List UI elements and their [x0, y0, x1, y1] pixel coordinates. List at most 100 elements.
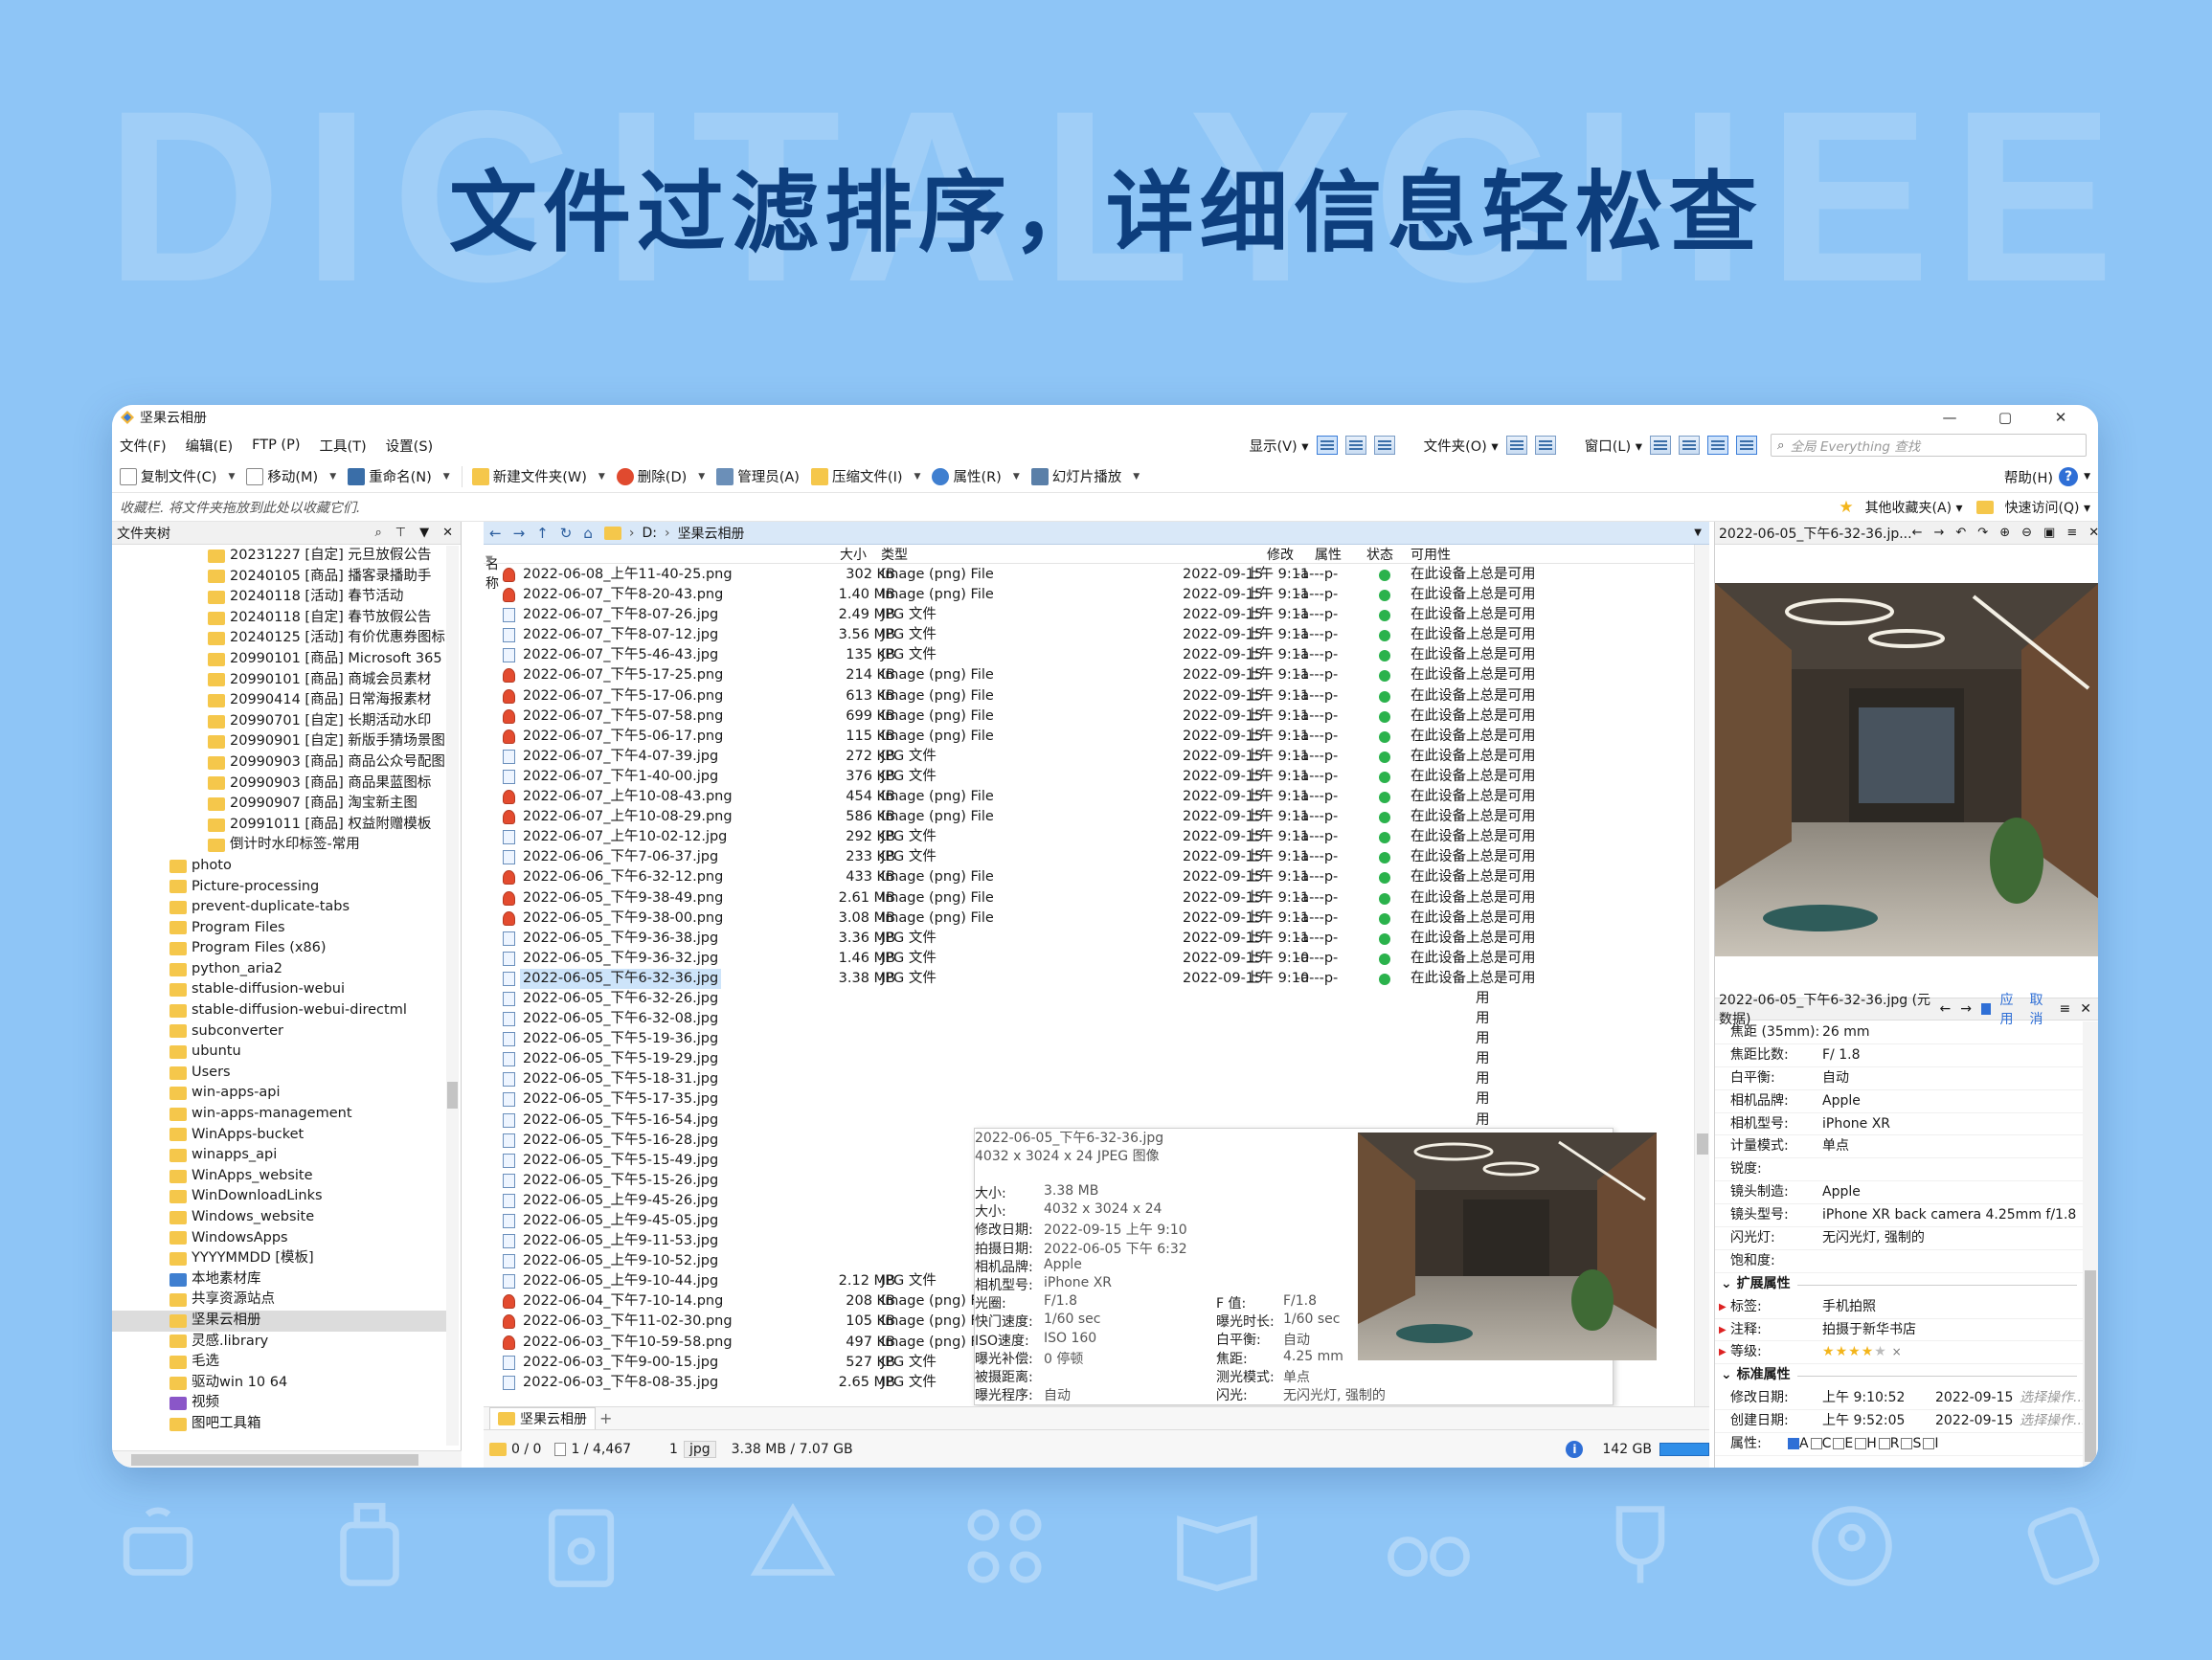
metadata-row[interactable]: 计量模式: 单点 — [1715, 1135, 2083, 1159]
file-row[interactable]: 2022-06-07_下午8-20-43.png 1.40 MB Image (pn… — [484, 585, 1690, 605]
col-modified[interactable]: 修改 — [1267, 545, 1294, 564]
file-row[interactable]: 2022-06-07_下午5-17-06.png 613 KB Image (png… — [484, 686, 1690, 707]
tree-item[interactable]: WindowsApps — [112, 1228, 447, 1249]
tree-item[interactable]: 20240125 [活动] 有价优惠券图标 — [112, 628, 447, 649]
metadata-row[interactable]: 创建日期: 上午 9:52:05 2022-09-15 选择操作... — [1715, 1410, 2083, 1434]
help-button[interactable]: 帮助(H)? ▼ — [2004, 460, 2090, 493]
thumbnail-view-icon[interactable] — [1373, 436, 1395, 455]
tree-item[interactable]: Windows_website — [112, 1207, 447, 1228]
metadata-row[interactable]: ▶ 标签: 手机拍照 — [1715, 1296, 2083, 1319]
tree-item[interactable]: WinDownloadLinks — [112, 1186, 447, 1207]
minimize-button[interactable]: — — [1922, 405, 1977, 430]
tree-item[interactable]: 视频 — [112, 1393, 447, 1414]
rating-stars[interactable]: ★★★★★ × — [1822, 1341, 1903, 1364]
tree-item[interactable]: prevent-duplicate-tabs — [112, 897, 447, 918]
pin-icon[interactable]: ⊤ — [395, 526, 406, 540]
chevron-down-icon[interactable]: ▼ — [698, 472, 705, 482]
tree-item[interactable]: 20240118 [活动] 春节活动 — [112, 587, 447, 608]
metadata-row[interactable]: 相机型号: iPhone XR — [1715, 1113, 2083, 1136]
tree-item[interactable]: python_aria2 — [112, 959, 447, 980]
back-icon[interactable]: ← — [489, 525, 502, 542]
tree-item[interactable]: Picture-processing — [112, 877, 447, 898]
metadata-row[interactable]: 饱和度: — [1715, 1250, 2083, 1273]
layout-single-icon[interactable] — [1650, 436, 1671, 455]
metadata-row[interactable]: 镜头型号: iPhone XR back camera 4.25mm f/1.8 — [1715, 1204, 2083, 1228]
admin-button[interactable]: 管理员(A) — [716, 466, 800, 486]
other-favorites-button[interactable]: 其他收藏夹(A) ▾ — [1860, 498, 1963, 517]
file-row[interactable]: 2022-06-07_下午5-06-17.png 115 KB Image (png… — [484, 727, 1690, 747]
rotate-left-icon[interactable]: ↶ — [1955, 526, 1966, 540]
menu-settings[interactable]: 设置(S) — [386, 436, 434, 456]
tree-item[interactable]: photo — [112, 856, 447, 877]
metadata-scrollbar[interactable] — [2083, 1021, 2098, 1468]
file-row[interactable]: 2022-06-07_下午1-40-00.jpg 376 KB JPG 文件 2022… — [484, 767, 1690, 787]
file-row[interactable]: 2022-06-05_下午5-19-36.jpg 用 — [484, 1029, 1690, 1049]
attribute-checkbox[interactable] — [1833, 1438, 1845, 1450]
metadata-scroll-thumb[interactable] — [2085, 1270, 2096, 1462]
details-view-icon[interactable] — [1316, 436, 1338, 455]
file-list-scrollbar[interactable] — [1694, 545, 1709, 1416]
metadata-row[interactable]: 修改日期: 上午 9:10:52 2022-09-15 选择操作... — [1715, 1387, 2083, 1411]
star-icon[interactable]: ★ — [1862, 1344, 1875, 1359]
chevron-down-icon[interactable]: ▼ — [1133, 472, 1140, 482]
metadata-row[interactable]: 锐度: — [1715, 1158, 2083, 1182]
tree-item[interactable]: stable-diffusion-webui — [112, 979, 447, 1000]
star-icon[interactable]: ★ — [1874, 1344, 1887, 1359]
close-icon[interactable]: ✕ — [442, 526, 453, 540]
metadata-row[interactable]: 镜头制造: Apple — [1715, 1181, 2083, 1205]
tree-item[interactable]: 20990414 [商品] 日常海报素材 — [112, 690, 447, 711]
tree-item[interactable]: 倒计时水印标签-常用 — [112, 835, 447, 856]
tree-item[interactable]: 20990901 [自定] 新版手猜场景图 — [112, 731, 447, 752]
chevron-down-icon[interactable]: ▼ — [329, 472, 336, 482]
chevron-down-icon[interactable]: ▼ — [914, 472, 921, 482]
sync-folder-icon[interactable] — [1534, 436, 1556, 455]
status-filter[interactable]: jpg — [683, 1440, 716, 1458]
chevron-down-icon[interactable]: ▼ — [598, 472, 605, 482]
file-row[interactable]: 2022-06-06_下午6-32-12.png 433 KB Image (png… — [484, 867, 1690, 887]
layout-info-icon[interactable] — [1736, 436, 1757, 455]
file-row[interactable]: 2022-06-05_下午6-32-08.jpg 用 — [484, 1009, 1690, 1029]
quick-access-button[interactable]: 快速访问(Q) ▾ — [1999, 498, 2090, 517]
tree-item[interactable]: 共享资源站点 — [112, 1290, 447, 1311]
tree-item[interactable]: YYYYMMDD [模板] — [112, 1248, 447, 1269]
chevron-down-icon[interactable]: ▼ — [228, 472, 235, 482]
zoom-in-icon[interactable]: ⊕ — [1999, 526, 2010, 540]
file-row[interactable]: 2022-06-05_下午6-32-36.jpg 3.38 MB JPG 文件 202… — [484, 968, 1690, 989]
apply-checkbox[interactable] — [1981, 1003, 1991, 1015]
fit-icon[interactable]: ▣ — [2043, 526, 2055, 540]
next-icon[interactable]: → — [1960, 1001, 1972, 1017]
file-row[interactable]: 2022-06-07_下午4-07-39.jpg 272 KB JPG 文件 2022… — [484, 747, 1690, 767]
tree-item[interactable]: WinApps_website — [112, 1166, 447, 1187]
file-row[interactable]: 2022-06-07_上午10-08-43.png 454 KB Image (pn… — [484, 787, 1690, 807]
file-row[interactable]: 2022-06-07_上午10-08-29.png 586 KB Image (pn… — [484, 807, 1690, 827]
file-row[interactable]: 2022-06-07_上午10-02-12.jpg 292 KB JPG 文件 202… — [484, 827, 1690, 847]
tree-item[interactable]: 20240118 [自定] 春节放假公告 — [112, 608, 447, 629]
metadata-value[interactable]: 选择操作... — [2020, 1387, 2083, 1410]
info-icon[interactable]: i — [1566, 1440, 1584, 1458]
collapse-icon[interactable]: ⌄ — [1721, 1367, 1737, 1382]
menu-folder[interactable]: 文件夹(O) ▾ — [1424, 436, 1499, 456]
attribute-checkbox[interactable] — [1810, 1438, 1822, 1450]
properties-button[interactable]: 属性(R) ▼ — [932, 466, 1020, 486]
expand-arrow-icon[interactable]: ▶ — [1719, 1319, 1727, 1342]
layout-split-icon[interactable] — [1679, 436, 1700, 455]
star-icon[interactable]: ★ — [1836, 1344, 1849, 1359]
metadata-row[interactable]: ▶ 等级: ★★★★★ × — [1715, 1341, 2083, 1365]
menu-file[interactable]: 文件(F) — [120, 436, 167, 456]
file-row[interactable]: 2022-06-05_下午5-18-31.jpg 用 — [484, 1069, 1690, 1089]
file-row[interactable]: 2022-06-07_下午5-07-58.png 699 KB Image (png… — [484, 707, 1690, 727]
col-state[interactable]: 状态 — [1366, 545, 1393, 564]
file-row[interactable]: 2022-06-07_下午5-17-25.png 214 KB Image (png… — [484, 665, 1690, 685]
col-size[interactable]: 大小 — [840, 545, 867, 564]
metadata-row[interactable]: 焦距 (35mm): 26 mm — [1715, 1021, 2083, 1044]
everything-search-input[interactable]: ⌕ 全局 Everything 查找 — [1771, 434, 2087, 457]
tree-hscroll-thumb[interactable] — [131, 1454, 418, 1466]
tree-horizontal-scrollbar[interactable] — [112, 1450, 462, 1468]
chevron-down-icon[interactable]: ▼ — [2084, 472, 2090, 482]
attribute-checkbox[interactable] — [1788, 1438, 1799, 1450]
metadata-value[interactable]: 选择操作... — [2020, 1410, 2083, 1433]
breadcrumb-folder[interactable]: 坚果云相册 — [678, 524, 745, 543]
metadata-row[interactable]: ▶ 注释: 拍摄于新华书店 — [1715, 1319, 2083, 1342]
new-folder-button[interactable]: 新建文件夹(W) ▼ — [471, 466, 605, 486]
tree-item[interactable]: Program Files (x86) — [112, 938, 447, 959]
